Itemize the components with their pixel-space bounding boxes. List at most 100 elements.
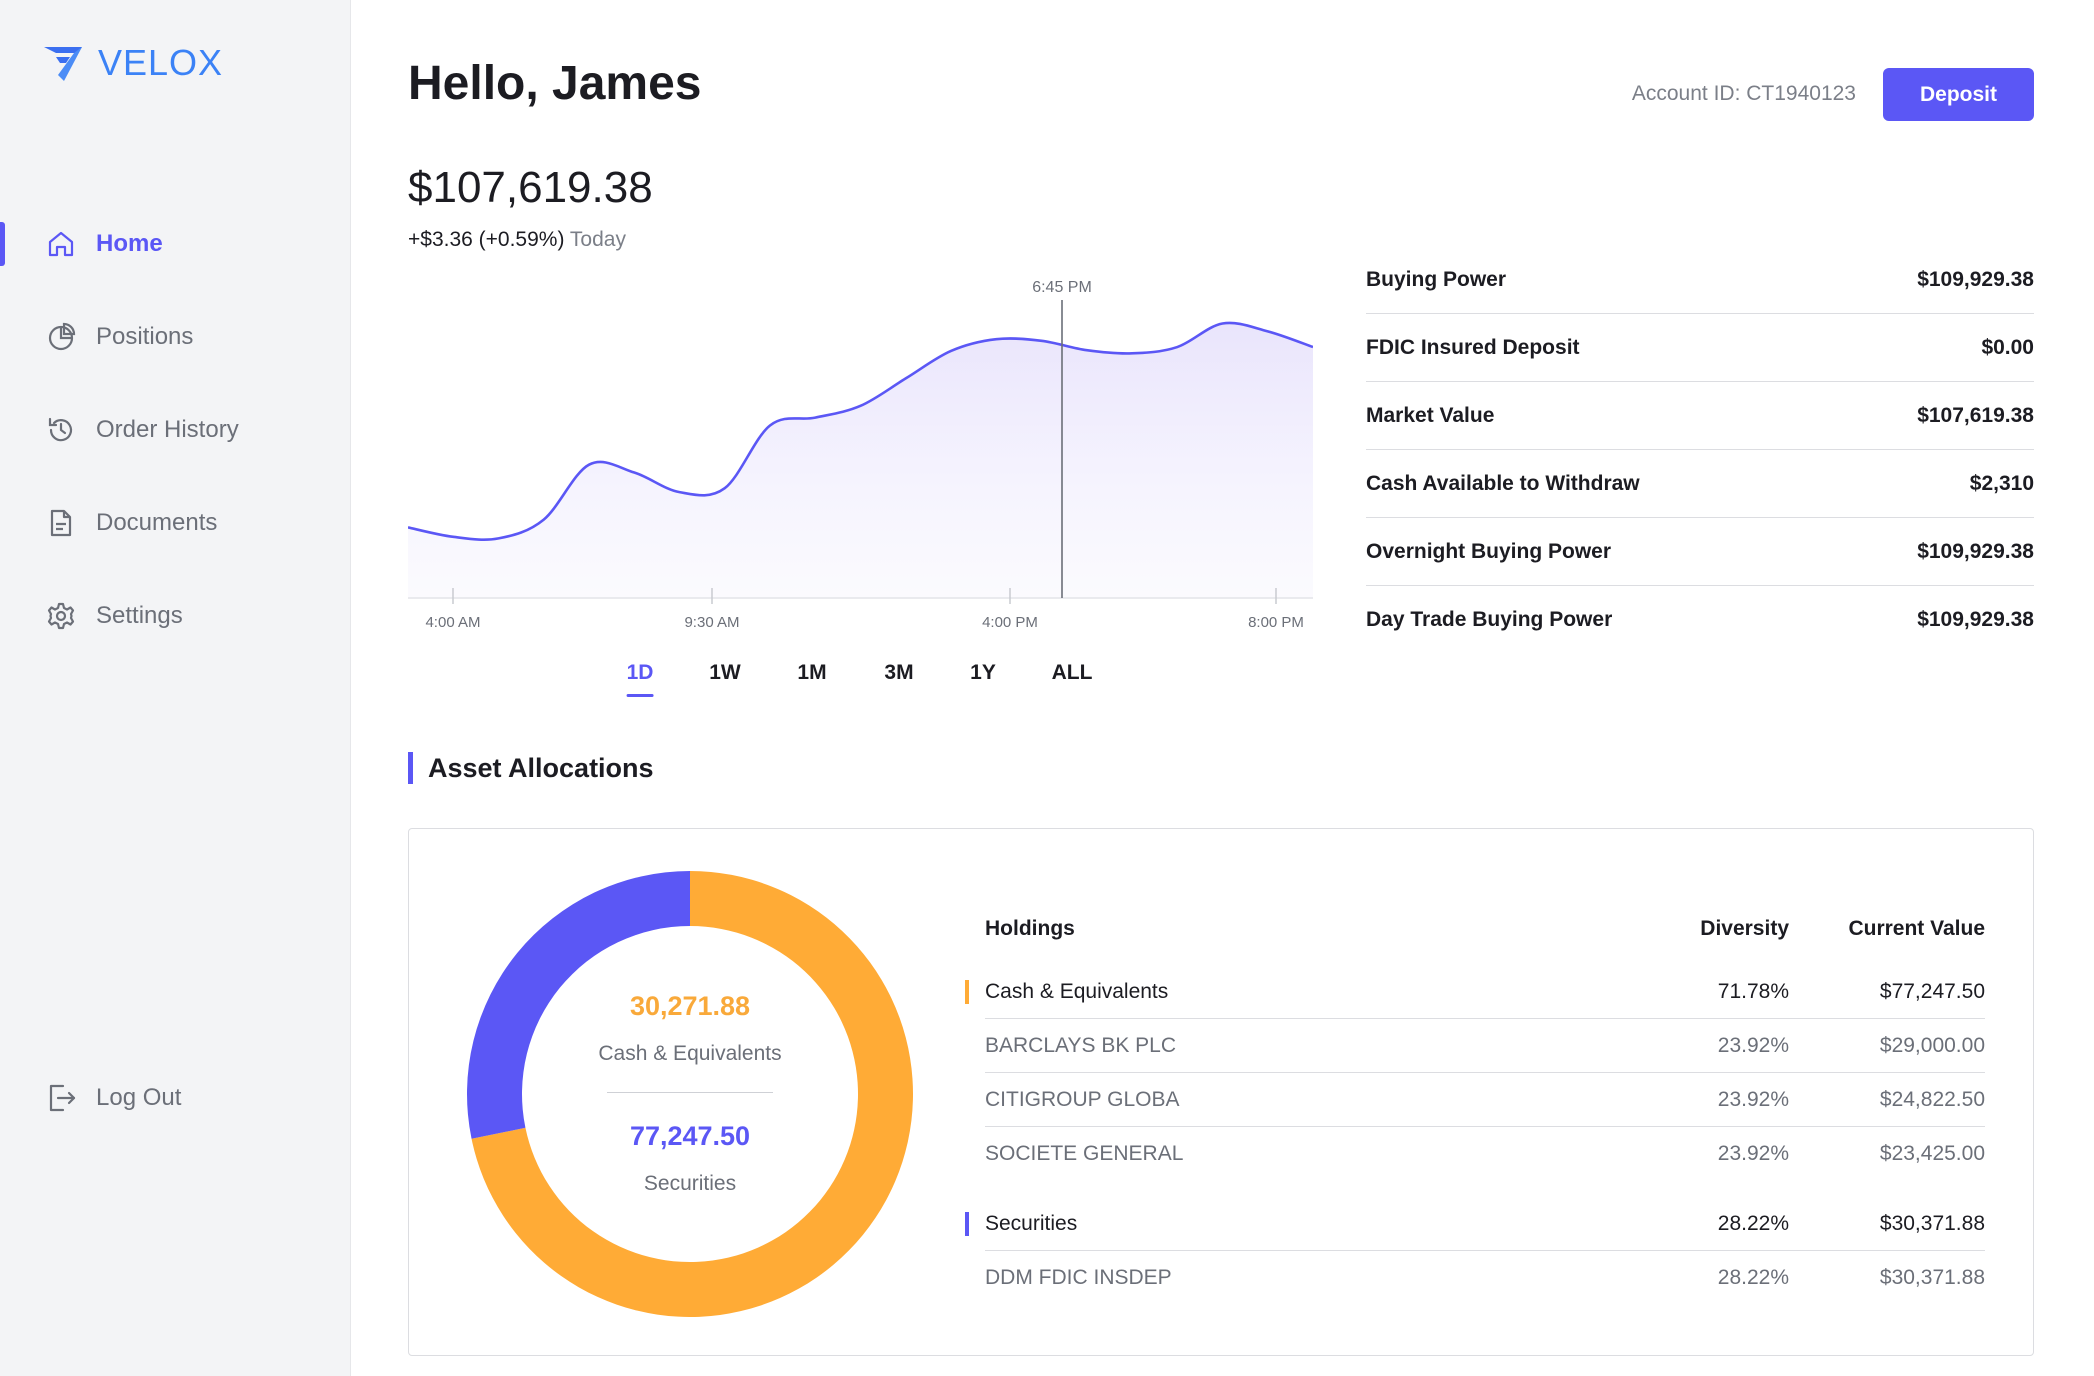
group-diversity: 28.22% — [1717, 1211, 1789, 1235]
brand-name: VELOX — [98, 42, 224, 83]
holding-diversity: 23.92% — [1717, 1033, 1789, 1057]
sidebar-item-positions[interactable]: Positions — [0, 307, 350, 367]
logout-label: Log Out — [96, 1084, 182, 1111]
holding-name: DDM FDIC INSDEP — [985, 1266, 1172, 1289]
asset-allocations-title: Asset Allocations — [408, 752, 654, 784]
holdings-table: Holdings Diversity Current Value Cash & … — [965, 909, 1985, 1305]
sidebar-item-order-history[interactable]: Order History — [0, 400, 350, 460]
chart-cursor-label: 6:45 PM — [1032, 279, 1092, 296]
range-tab-3m[interactable]: 3M — [884, 661, 913, 685]
x-axis-tick-label: 8:00 PM — [1248, 614, 1304, 631]
group-value: $30,371.88 — [1879, 1211, 1985, 1235]
holding-value: $23,425.00 — [1879, 1142, 1985, 1165]
gear-icon — [44, 599, 78, 633]
holding-group-securities[interactable]: Securities 28.22% $30,371.88 — [965, 1197, 1985, 1251]
table-row[interactable]: BARCLAYS BK PLC 23.92% $29,000.00 — [985, 1019, 1985, 1073]
holding-value: $29,000.00 — [1879, 1033, 1985, 1057]
sidebar: VELOX Home Positions Order History Docum… — [0, 0, 351, 1376]
stat-value: $109,929.38 — [1917, 539, 2034, 563]
donut-label-cash: Cash & Equivalents — [598, 1042, 782, 1065]
donut-label-securities: Securities — [643, 1172, 737, 1195]
stat-row-fdic-insured-deposit: FDIC Insured Deposit $0.00 — [1366, 314, 2034, 382]
stat-value: $109,929.38 — [1917, 267, 2034, 291]
holding-value: $30,371.88 — [1879, 1266, 1985, 1289]
logout-icon — [44, 1081, 78, 1115]
stat-label: Day Trade Buying Power — [1366, 608, 1613, 631]
holding-diversity: 23.92% — [1717, 1087, 1789, 1111]
group-color-marker — [965, 980, 969, 1004]
table-row[interactable]: SOCIETE GENERAL 23.92% $23,425.00 — [985, 1127, 1985, 1181]
stat-value: $109,929.38 — [1917, 608, 2034, 631]
stat-row-cash-available: Cash Available to Withdraw $2,310 — [1366, 450, 2034, 518]
holding-diversity: 28.22% — [1717, 1266, 1789, 1289]
greeting: Hello, James — [408, 57, 702, 110]
sidebar-item-label: Settings — [96, 602, 183, 629]
stat-label: Buying Power — [1366, 267, 1507, 291]
deposit-button[interactable]: Deposit — [1883, 68, 2034, 121]
holdings-header: Holdings Diversity Current Value — [985, 909, 1985, 949]
stat-label: Overnight Buying Power — [1366, 539, 1612, 563]
document-icon — [44, 506, 78, 540]
sidebar-item-label: Documents — [96, 509, 218, 536]
portfolio-change: +$3.36 (+0.59%) Today — [408, 228, 626, 252]
range-tab-1m[interactable]: 1M — [797, 661, 826, 685]
group-name: Securities — [985, 1211, 1078, 1235]
chart-area-fill — [408, 322, 1313, 598]
sidebar-item-settings[interactable]: Settings — [0, 586, 350, 646]
home-icon — [44, 227, 78, 261]
velox-logo-icon — [44, 47, 82, 81]
holding-group-cash[interactable]: Cash & Equivalents 71.78% $77,247.50 — [965, 965, 1985, 1019]
logout-button[interactable]: Log Out — [0, 1068, 350, 1128]
x-axis-tick-label: 4:00 AM — [425, 614, 480, 631]
holding-name: CITIGROUP GLOBA — [985, 1087, 1180, 1111]
stat-row-overnight-buying-power: Overnight Buying Power $109,929.38 — [1366, 518, 2034, 586]
range-tab-all[interactable]: ALL — [1052, 661, 1093, 685]
group-value: $77,247.50 — [1879, 979, 1985, 1003]
range-tab-1w[interactable]: 1W — [709, 661, 741, 685]
stat-row-buying-power: Buying Power $109,929.38 — [1366, 246, 2034, 314]
allocation-donut-chart — [467, 871, 913, 1317]
portfolio-balance: $107,619.38 — [408, 163, 653, 212]
sidebar-item-label: Home — [96, 230, 163, 257]
sidebar-item-documents[interactable]: Documents — [0, 493, 350, 553]
holding-name: SOCIETE GENERAL — [985, 1142, 1184, 1165]
x-axis-tick-label: 4:00 PM — [982, 614, 1038, 631]
sidebar-item-label: Order History — [96, 416, 239, 443]
column-header-diversity[interactable]: Diversity — [1639, 917, 1789, 941]
donut-value-securities: 77,247.50 — [629, 1121, 751, 1151]
group-name: Cash & Equivalents — [985, 979, 1169, 1003]
column-header-holdings: Holdings — [985, 917, 1075, 940]
asset-allocations-card: 30,271.88 Cash & Equivalents 77,247.50 S… — [408, 828, 2034, 1356]
change-amount: +$3.36 (+0.59%) — [408, 228, 565, 251]
table-row[interactable]: DDM FDIC INSDEP 28.22% $30,371.88 — [985, 1251, 1985, 1305]
table-row[interactable]: CITIGROUP GLOBA 23.92% $24,822.50 — [985, 1073, 1985, 1127]
stat-label: Cash Available to Withdraw — [1366, 471, 1640, 495]
stat-row-day-trade-buying-power: Day Trade Buying Power $109,929.38 — [1366, 586, 2034, 654]
sidebar-item-home[interactable]: Home — [0, 214, 350, 274]
stat-label: Market Value — [1366, 403, 1495, 427]
account-stats: Buying Power $109,929.38 FDIC Insured De… — [1366, 246, 2034, 654]
holding-diversity: 23.92% — [1717, 1142, 1789, 1165]
pie-chart-icon — [44, 320, 78, 354]
stat-row-market-value: Market Value $107,619.38 — [1366, 382, 2034, 450]
x-axis-tick-label: 9:30 AM — [684, 614, 739, 631]
donut-value-cash: 30,271.88 — [629, 991, 751, 1021]
portfolio-chart[interactable]: 6:45 PM 4:00 AM 9:30 AM 4:00 PM 8:00 PM — [408, 270, 1313, 640]
stat-value: $2,310 — [1969, 471, 2034, 495]
stat-label: FDIC Insured Deposit — [1366, 335, 1580, 359]
range-tab-1d[interactable]: 1D — [626, 661, 653, 697]
sidebar-item-label: Positions — [96, 323, 194, 350]
stat-value: $107,619.38 — [1917, 403, 2034, 427]
logo[interactable]: VELOX — [42, 42, 223, 84]
account-id: Account ID: CT1940123 — [1631, 82, 1856, 105]
holding-name: BARCLAYS BK PLC — [985, 1033, 1177, 1057]
range-tab-1y[interactable]: 1Y — [970, 661, 996, 685]
holding-value: $24,822.50 — [1879, 1087, 1985, 1111]
group-color-marker — [965, 1212, 969, 1236]
donut-divider — [607, 1092, 773, 1093]
stat-value: $0.00 — [1981, 335, 2034, 359]
column-header-current-value[interactable]: Current Value — [1789, 917, 1985, 941]
change-period: Today — [569, 228, 626, 251]
history-icon — [44, 413, 78, 447]
group-diversity: 71.78% — [1717, 979, 1789, 1003]
